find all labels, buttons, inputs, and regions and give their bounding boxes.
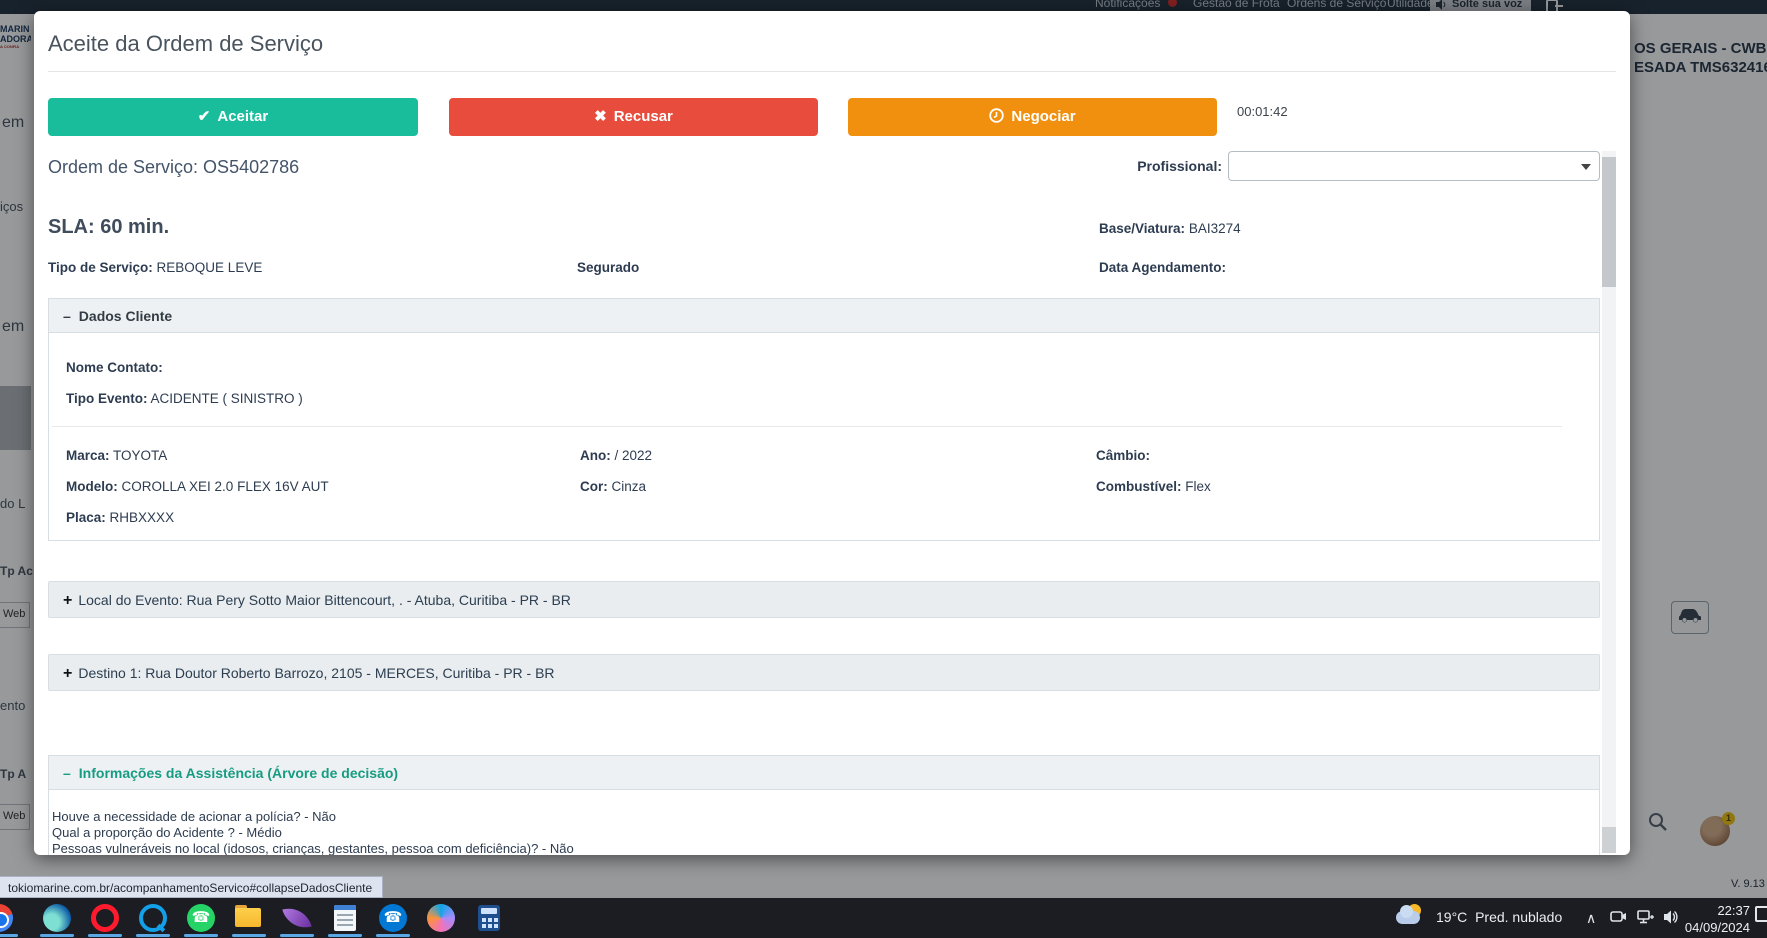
assistencia-question: Pessoas vulneráveis no local (idosos, cr…	[52, 841, 574, 855]
feather-app-icon[interactable]	[282, 903, 312, 933]
accept-label: Aceitar	[217, 108, 269, 125]
professional-label: Profissional:	[1137, 158, 1222, 174]
cambio-field: Câmbio:	[1096, 448, 1150, 463]
assistencia-title: Informações da Assistência (Árvore de de…	[78, 765, 399, 781]
notification-center-icon[interactable]	[1755, 906, 1767, 922]
ano-field: Ano: / 2022	[580, 448, 653, 463]
whatsapp-icon[interactable]: ☎	[186, 903, 216, 933]
destino-text: Destino 1: Rua Doutor Roberto Barrozo, 2…	[78, 665, 555, 681]
phone-app-icon[interactable]: ☎	[378, 903, 408, 933]
screen: { "navbar": { "items": ["Notificações", …	[0, 0, 1767, 938]
chrome-icon[interactable]	[0, 903, 14, 933]
sla-text: SLA: 60 min.	[48, 216, 170, 238]
tipo-servico: Tipo de Serviço: REBOQUE LEVE	[48, 260, 263, 275]
combustivel-field: Combustível: Flex	[1096, 479, 1211, 494]
clock-icon	[989, 108, 1005, 123]
active-app-indicator	[88, 934, 122, 937]
assistencia-question: Houve a necessidade de acionar a polícia…	[52, 809, 337, 824]
taskbar-clock[interactable]: 22:37 04/09/2024	[1676, 902, 1750, 936]
active-app-indicator	[328, 934, 362, 937]
local-evento-bar[interactable]: Local do Evento: Rua Pery Sotto Maior Bi…	[48, 581, 1600, 618]
data-agendamento-label: Data Agendamento:	[1099, 260, 1227, 275]
assistencia-panel: Informações da Assistência (Árvore de de…	[48, 755, 1600, 855]
local-evento-text: Local do Evento: Rua Pery Sotto Maior Bi…	[78, 592, 571, 608]
active-app-indicator	[232, 934, 266, 937]
dados-cliente-header[interactable]: Dados Cliente	[49, 299, 1599, 333]
modal-title: Aceite da Ordem de Serviço	[48, 31, 324, 56]
tray-app-icon[interactable]	[1610, 910, 1626, 925]
nome-contato-label: Nome Contato:	[66, 360, 163, 375]
collapse-icon	[63, 765, 79, 781]
expand-icon	[63, 592, 78, 608]
active-app-indicator	[0, 934, 18, 937]
negotiate-button[interactable]: Negociar	[848, 98, 1217, 136]
cloud-icon	[1396, 905, 1420, 924]
edge-icon[interactable]	[42, 903, 72, 933]
accept-button[interactable]: Aceitar	[48, 98, 418, 136]
weather-text[interactable]: 19°C Pred. nublado	[1436, 909, 1562, 925]
active-app-indicator	[136, 934, 170, 937]
status-link-tooltip: tokiomarine.com.br/acompanhamentoServico…	[0, 876, 384, 898]
professional-select[interactable]	[1228, 151, 1600, 181]
countdown-timer: 00:01:42	[1237, 104, 1288, 119]
divider	[48, 71, 1616, 72]
opera-icon[interactable]	[90, 903, 120, 933]
refuse-button[interactable]: Recusar	[449, 98, 818, 136]
marca-field: Marca: TOYOTA	[66, 448, 168, 463]
calculator-icon[interactable]	[474, 903, 504, 933]
destino-bar[interactable]: Destino 1: Rua Doutor Roberto Barrozo, 2…	[48, 654, 1600, 691]
modelo-field: Modelo: COROLLA XEI 2.0 FLEX 16V AUT	[66, 479, 329, 494]
active-app-indicator	[376, 934, 410, 937]
copilot-icon[interactable]	[426, 903, 456, 933]
scrollbar-thumb[interactable]	[1602, 157, 1616, 287]
base-viatura: Base/Viatura: BAI3274	[1099, 221, 1241, 236]
dados-cliente-title: Dados Cliente	[78, 308, 173, 324]
tray-chevron-icon[interactable]: ∧	[1586, 910, 1596, 927]
cor-field: Cor: Cinza	[580, 479, 647, 494]
collapse-icon	[63, 308, 79, 324]
tipo-evento: Tipo Evento: ACIDENTE ( SINISTRO )	[66, 391, 303, 406]
assistencia-header[interactable]: Informações da Assistência (Árvore de de…	[49, 756, 1599, 790]
placa-field: Placa: RHBXXXX	[66, 510, 175, 525]
q-browser-icon[interactable]	[138, 903, 168, 933]
clock-date: 04/09/2024	[1684, 920, 1750, 935]
scrollbar-lower-block	[1602, 827, 1616, 853]
negotiate-label: Negociar	[1011, 108, 1076, 125]
aceite-modal: Aceite da Ordem de Serviço Aceitar Recus…	[34, 11, 1630, 855]
network-icon[interactable]	[1637, 910, 1654, 925]
weather-widget[interactable]	[1396, 903, 1428, 933]
segurado-label: Segurado	[577, 260, 640, 275]
check-icon	[198, 108, 211, 125]
active-app-indicator	[184, 934, 218, 937]
clock-time: 22:37	[1717, 903, 1750, 918]
modal-scrollbar[interactable]	[1602, 151, 1616, 853]
active-app-indicator	[280, 934, 314, 937]
order-number: Ordem de Serviço: OS5402786	[48, 157, 300, 177]
assistencia-question: Qual a proporção do Acidente ? - Médio	[52, 825, 282, 840]
divider	[52, 426, 1562, 427]
notepad-icon[interactable]	[330, 903, 360, 933]
expand-icon	[63, 665, 78, 681]
x-icon	[594, 108, 607, 125]
chevron-down-icon	[1581, 164, 1591, 170]
active-app-indicator	[40, 934, 74, 937]
dados-cliente-panel: Dados Cliente	[48, 298, 1600, 541]
file-explorer-icon[interactable]	[234, 903, 264, 933]
refuse-label: Recusar	[613, 108, 673, 125]
